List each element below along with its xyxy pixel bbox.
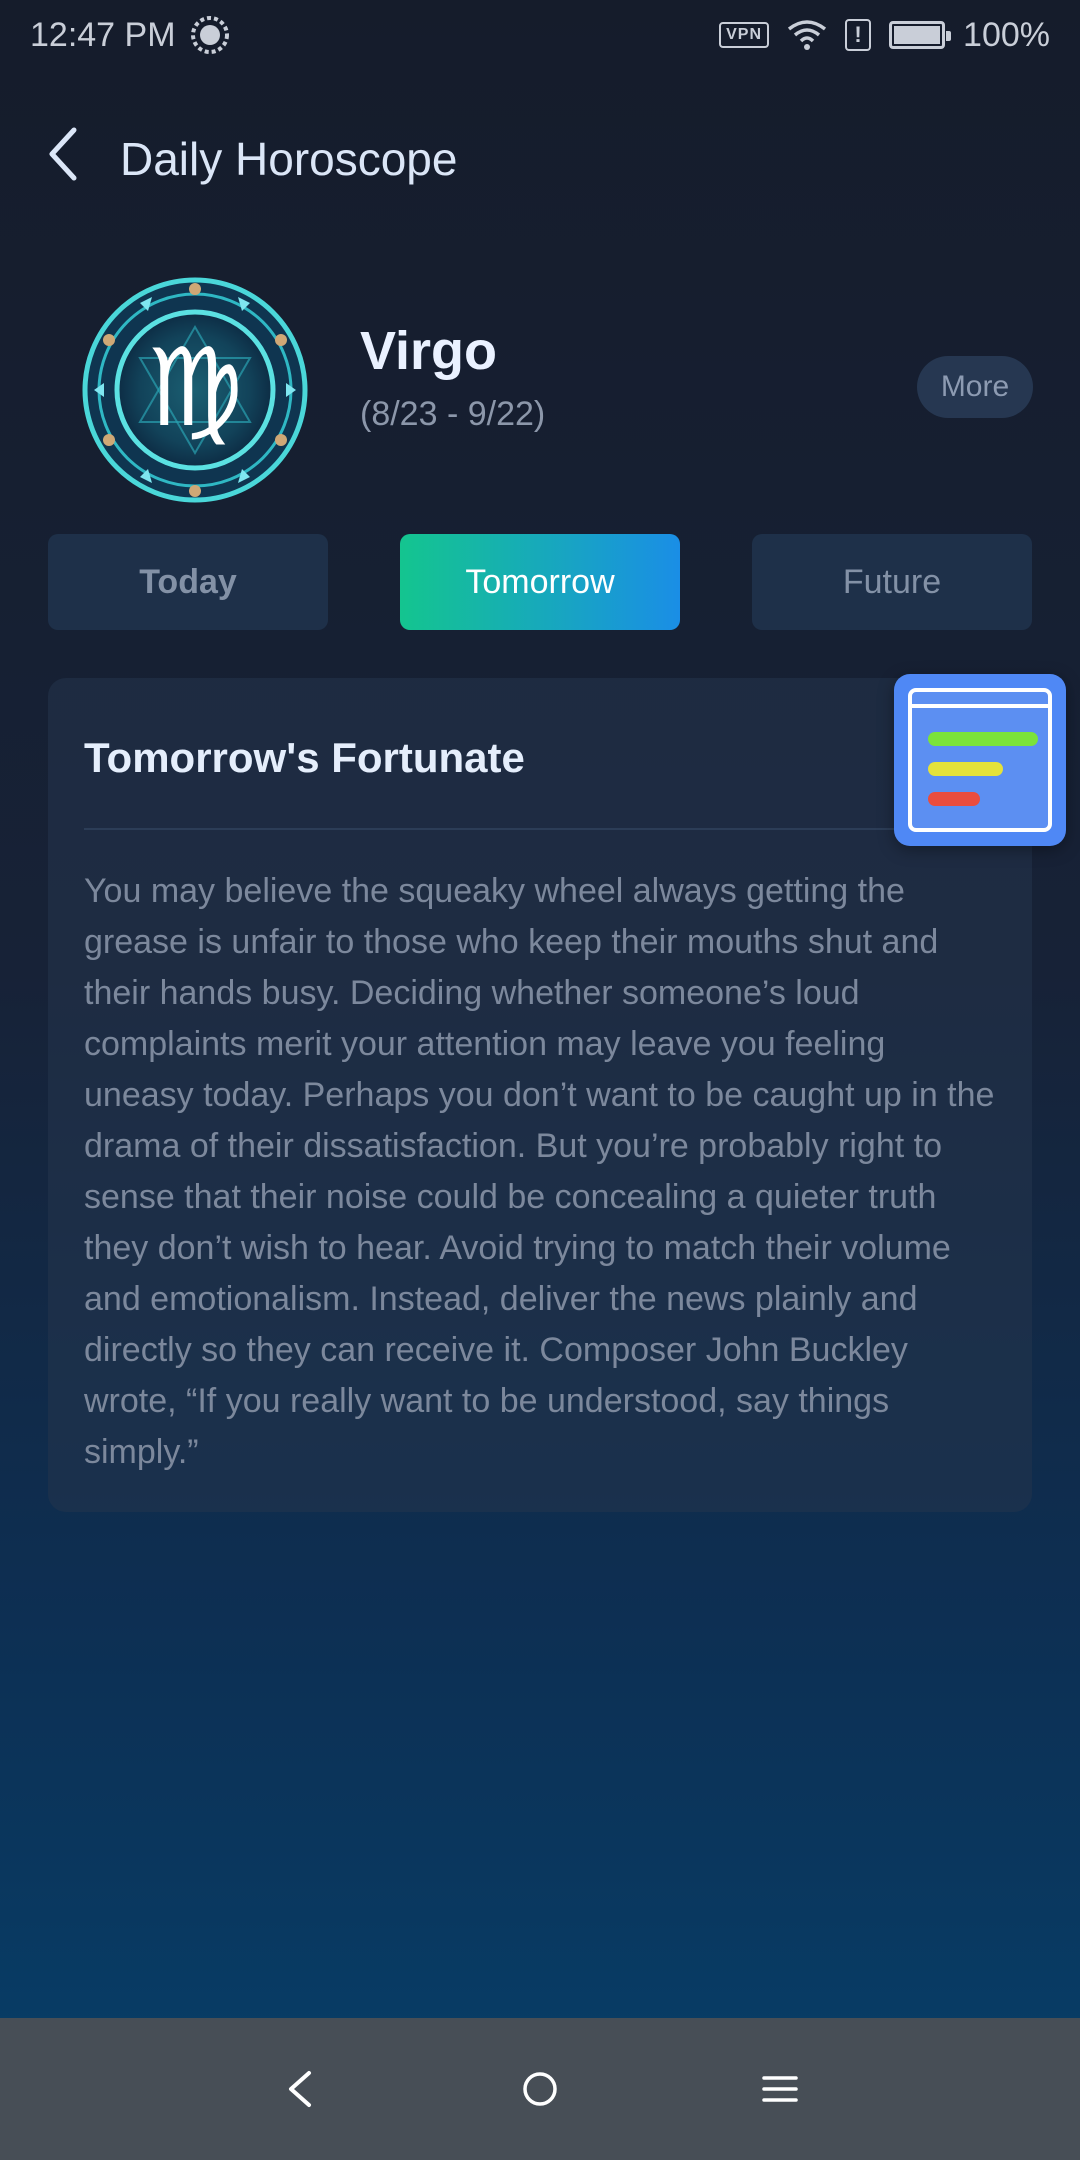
tab-today[interactable]: Today (48, 534, 328, 630)
horoscope-card: Tomorrow's Fortunate You may believe the… (48, 678, 1032, 1512)
nav-back-button[interactable] (260, 2049, 340, 2129)
virgo-zodiac-icon: ♍ (80, 275, 310, 505)
wifi-icon (787, 20, 827, 50)
widget-red-bar (928, 792, 980, 806)
nav-home-button[interactable] (500, 2049, 580, 2129)
tab-tomorrow[interactable]: Tomorrow (400, 534, 680, 630)
card-title: Tomorrow's Fortunate (84, 734, 525, 781)
status-time: 12:47 PM (30, 15, 176, 54)
system-nav-bar (0, 2018, 1080, 2160)
back-button[interactable] (36, 126, 92, 182)
report-list-icon (908, 688, 1052, 832)
loading-spinner-icon (190, 16, 229, 54)
triangle-back-icon (289, 2071, 311, 2107)
nav-menu-button[interactable] (740, 2049, 820, 2129)
widget-green-bar (928, 732, 1038, 746)
card-divider (84, 828, 996, 830)
virgo-symbol: ♍ (147, 326, 244, 451)
sign-dates: (8/23 - 9/22) (360, 395, 546, 433)
battery-fill (894, 26, 941, 44)
vpn-icon: VPN (719, 22, 770, 48)
tab-future[interactable]: Future (752, 534, 1032, 630)
more-button[interactable]: More (917, 356, 1033, 418)
menu-lines-icon (762, 2076, 798, 2102)
horoscope-text: You may believe the squeaky wheel always… (84, 872, 995, 1471)
battery-icon (889, 21, 952, 49)
battery-percent: 100% (963, 15, 1050, 54)
widget-top-bar (912, 704, 1048, 708)
chevron-left-icon (49, 127, 77, 181)
widget-yellow-bar (928, 762, 1003, 776)
sign-name: Virgo (360, 321, 498, 381)
circle-home-icon (523, 2072, 557, 2106)
page-title: Daily Horoscope (120, 133, 458, 185)
alert-icon: ! (845, 19, 872, 51)
status-right: VPN ! 100% (719, 16, 1050, 55)
floating-report-widget[interactable] (894, 674, 1066, 846)
status-bar: 12:47 PM VPN ! 100% (0, 0, 1080, 70)
status-left: 12:47 PM (30, 15, 230, 55)
app-header: Daily Horoscope (0, 110, 1080, 200)
